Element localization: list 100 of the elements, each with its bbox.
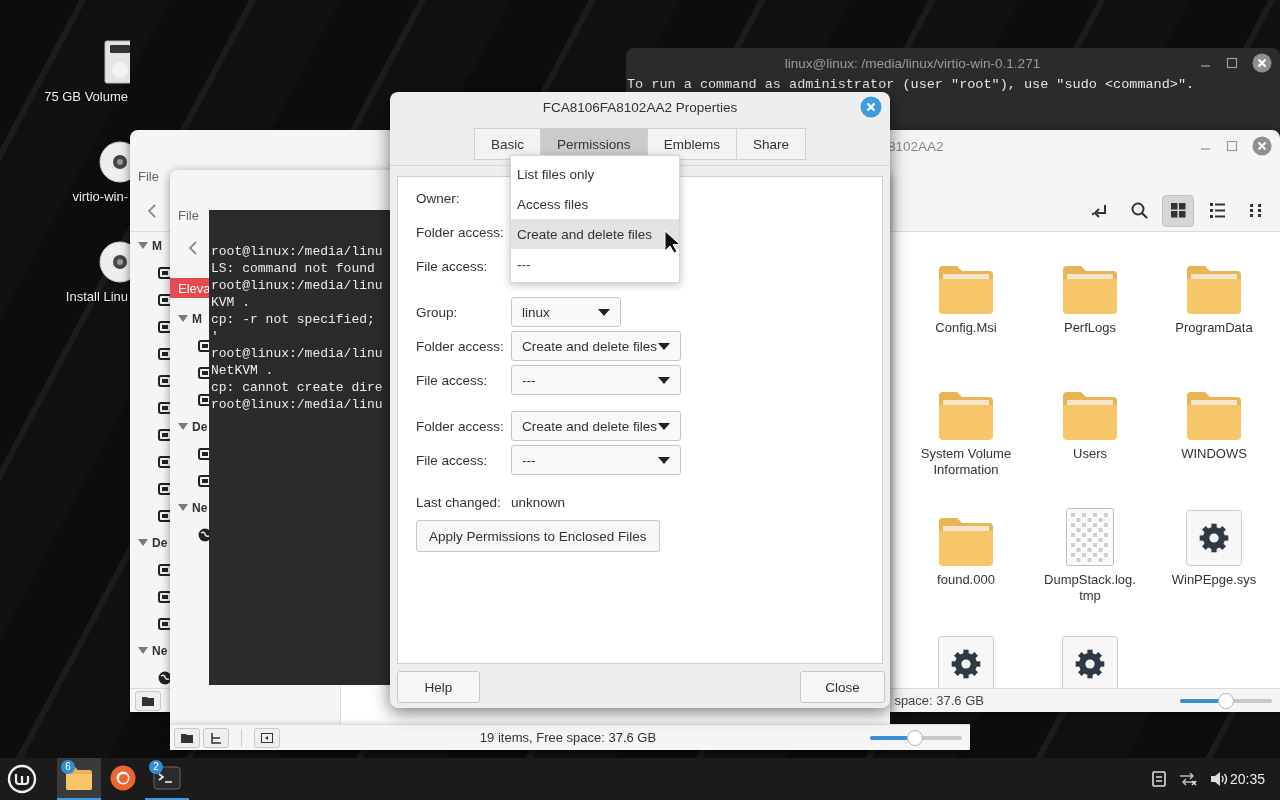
- menu-item[interactable]: File: [138, 168, 159, 184]
- field-label: File access:: [416, 372, 489, 388]
- notes-icon[interactable]: [1151, 771, 1166, 787]
- dropdown[interactable]: linux: [511, 297, 621, 327]
- gear-file-icon[interactable]: [1062, 636, 1118, 688]
- drive-icon[interactable]: [158, 616, 172, 631]
- file-name[interactable]: WinPEpge.sys: [1167, 572, 1261, 588]
- terminal-line: root@linux:/media/linu: [211, 345, 383, 362]
- caret-icon: [658, 456, 670, 464]
- file-name[interactable]: PerfLogs: [1043, 320, 1137, 336]
- file-name[interactable]: ProgramData: [1167, 320, 1261, 336]
- globe-icon[interactable]: [158, 670, 172, 685]
- expander-icon[interactable]: [138, 538, 148, 547]
- drive-icon[interactable]: [158, 265, 172, 280]
- zoom-slider[interactable]: [1180, 692, 1272, 709]
- apply-button[interactable]: Apply Permissions to Enclosed Files: [416, 520, 660, 552]
- icon-label[interactable]: virtio-win-: [72, 189, 128, 205]
- expander-icon[interactable]: [178, 314, 188, 323]
- expander-icon[interactable]: [138, 241, 148, 250]
- file-name[interactable]: found.000: [919, 572, 1013, 588]
- back-icon[interactable]: [146, 202, 158, 219]
- file-name[interactable]: System Volume Information: [919, 446, 1013, 478]
- search-icon: [1129, 201, 1149, 220]
- sidebar-toggle-button[interactable]: [254, 727, 280, 748]
- expander-icon[interactable]: [178, 422, 188, 431]
- drive-icon[interactable]: [158, 400, 172, 415]
- maximize-icon[interactable]: [1226, 57, 1238, 69]
- dropdown[interactable]: ---: [511, 365, 681, 395]
- places-button[interactable]: [174, 727, 200, 748]
- slider-thumb[interactable]: [907, 729, 924, 746]
- drive-icon[interactable]: [158, 292, 172, 307]
- expander-icon[interactable]: [138, 646, 148, 655]
- gear-file-icon[interactable]: [1186, 510, 1242, 566]
- slider-thumb[interactable]: [1218, 692, 1234, 709]
- terminal-line: To run a command as administrator (user "root"), use "sudo <command>".: [626, 78, 1195, 92]
- menu-item[interactable]: File: [178, 207, 199, 223]
- drive-icon[interactable]: [198, 392, 212, 407]
- drive-icon[interactable]: [158, 454, 172, 469]
- gear-file-icon[interactable]: [938, 636, 994, 688]
- terminal-line: root@linux:/media/linu: [211, 277, 383, 294]
- folder-icon: [181, 732, 193, 743]
- menu-item[interactable]: List files only: [511, 159, 679, 189]
- drive-icon[interactable]: [198, 365, 212, 380]
- field-label: File access:: [416, 452, 489, 468]
- drive-icon[interactable]: [158, 481, 172, 496]
- volume-icon[interactable]: [1209, 771, 1228, 787]
- drive-icon[interactable]: [158, 508, 172, 523]
- drive-icon[interactable]: [104, 40, 130, 84]
- list-icon: [1207, 201, 1227, 220]
- expander-icon[interactable]: [178, 503, 188, 512]
- field-value: unknown: [511, 494, 566, 510]
- browser-icon: [109, 764, 137, 792]
- field-label: File access:: [416, 258, 489, 274]
- tree-icon: [210, 731, 222, 744]
- caret-icon: [658, 342, 670, 350]
- icon-label[interactable]: 75 GB Volume: [44, 89, 128, 105]
- dropdown[interactable]: ---: [511, 445, 681, 475]
- clock[interactable]: 20:35: [1229, 771, 1265, 787]
- places-button[interactable]: [135, 690, 161, 711]
- terminal-line: root@linux:/media/linu: [211, 396, 383, 413]
- drive-icon[interactable]: [198, 446, 212, 461]
- drive-icon[interactable]: [158, 319, 172, 334]
- logo-icon: [7, 764, 37, 794]
- terminal-line: cp: cannot create dire: [211, 379, 383, 396]
- status-text: 19 items, Free space: 37.6 GB: [479, 730, 657, 745]
- drive-icon[interactable]: [158, 427, 172, 442]
- close-icon[interactable]: [1252, 53, 1272, 73]
- field-label: Folder access:: [416, 224, 505, 240]
- menu-item[interactable]: ---: [511, 249, 679, 279]
- icon-label[interactable]: Install Linu: [65, 289, 128, 305]
- drive-icon[interactable]: [198, 338, 212, 353]
- field-label: Folder access:: [416, 338, 505, 354]
- dropdown[interactable]: Create and delete files: [511, 411, 681, 441]
- zoom-slider[interactable]: [870, 729, 962, 746]
- folder-icon: [142, 695, 154, 706]
- sidebar-heading: M: [192, 311, 202, 326]
- drive-icon[interactable]: [158, 589, 172, 604]
- dropdown[interactable]: Create and delete files: [511, 331, 681, 361]
- menu-item[interactable]: Create and delete files: [511, 219, 679, 249]
- tab[interactable]: Emblems: [647, 128, 737, 160]
- help-button[interactable]: Help: [397, 671, 480, 703]
- file-name[interactable]: WINDOWS: [1167, 446, 1261, 462]
- grid-view-button[interactable]: [1162, 194, 1194, 227]
- back-icon[interactable]: [187, 240, 199, 256]
- menu-item[interactable]: Access files: [511, 189, 679, 219]
- sidebar-heading: M: [152, 238, 162, 253]
- drive-icon[interactable]: [198, 473, 212, 488]
- sidebar-heading: Ne: [192, 500, 208, 515]
- file-name[interactable]: Config.Msi: [919, 320, 1013, 336]
- drive-icon[interactable]: [158, 346, 172, 361]
- network-icon[interactable]: [1177, 771, 1198, 787]
- drive-icon[interactable]: [158, 373, 172, 388]
- tab[interactable]: Share: [736, 128, 806, 160]
- file-name[interactable]: DumpStack.log.tmp: [1043, 572, 1137, 604]
- maximize-icon[interactable]: [1226, 140, 1238, 152]
- drive-icon[interactable]: [158, 562, 172, 577]
- file-name[interactable]: Users: [1043, 446, 1137, 462]
- close-button[interactable]: Close: [800, 671, 885, 703]
- tree-button[interactable]: [203, 727, 229, 748]
- tab[interactable]: Basic: [474, 128, 542, 160]
